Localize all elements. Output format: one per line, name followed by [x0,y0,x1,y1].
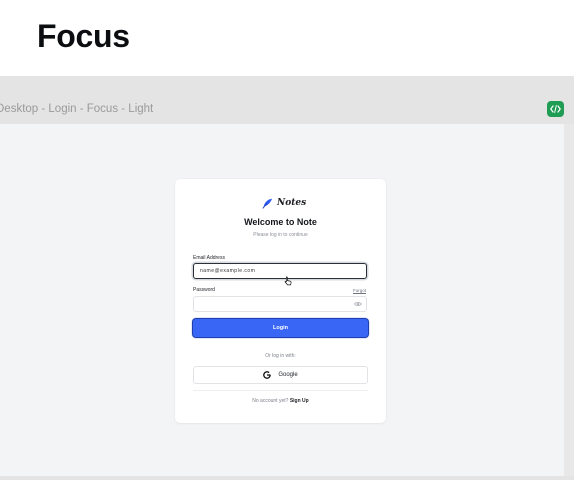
logo-text: Notes [277,198,307,208]
divider [193,390,368,391]
password-label: Password [193,287,215,293]
forgot-password-link[interactable]: Forgot [353,288,366,293]
feather-icon [262,198,272,209]
login-button[interactable]: Login [193,319,368,337]
alt-login-text: Or log in with: [265,353,296,359]
no-account-text: No account yet? [252,398,289,404]
email-label: Email Address [193,255,225,261]
frame-label: Desktop - Login - Focus - Light [0,103,154,115]
email-field[interactable]: name@example.com [193,263,367,279]
signup-prompt: No account yet? Sign Up [175,398,386,404]
page-title: Focus [37,18,130,54]
app-logo: Notes [262,196,306,210]
cursor-icon [284,276,292,286]
login-heading: Welcome to Note [244,217,317,227]
code-view-button[interactable] [547,101,564,117]
google-icon [263,371,272,379]
login-subheading: Please log in to continue [253,232,308,238]
password-field[interactable] [193,296,367,312]
signup-link[interactable]: Sign Up [290,398,309,404]
google-login-button[interactable]: Google [193,366,368,384]
canvas-scrollbar[interactable] [564,124,574,476]
google-button-label: Google [278,372,298,378]
eye-icon[interactable] [354,301,362,307]
code-icon [550,105,561,113]
